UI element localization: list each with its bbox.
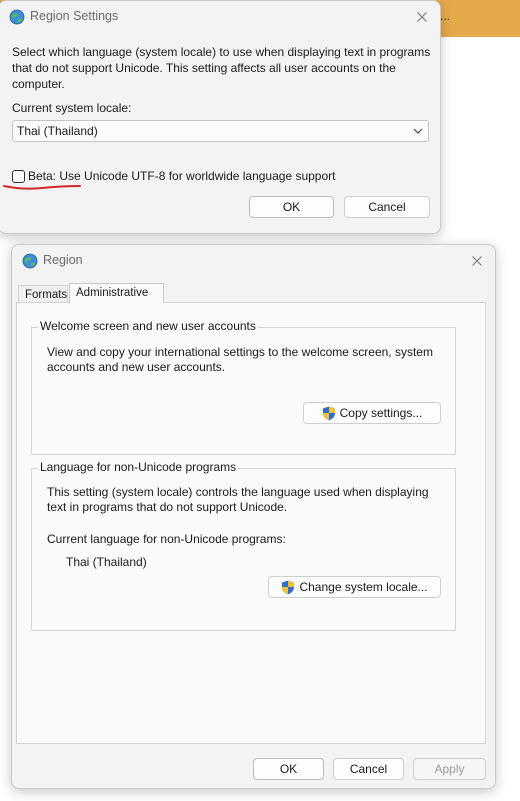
region-settings-titlebar[interactable]: Region Settings xyxy=(0,1,440,33)
change-system-locale-button[interactable]: Change system locale... xyxy=(268,576,441,598)
globe-icon xyxy=(22,253,38,269)
region-titlebar[interactable]: Region xyxy=(12,245,495,277)
change-system-locale-label: Change system locale... xyxy=(299,580,428,594)
current-non-unicode-label: Current language for non-Unicode program… xyxy=(47,532,286,546)
system-locale-value: Thai (Thailand) xyxy=(17,124,98,138)
region-settings-dialog: Region Settings Select which language (s… xyxy=(0,0,441,234)
background-window-title: ... xyxy=(440,9,451,23)
welcome-description-line: accounts and new user accounts. xyxy=(47,360,226,374)
region-ok-button[interactable]: OK xyxy=(253,758,324,780)
copy-settings-button[interactable]: Copy settings... xyxy=(303,402,441,424)
tab-formats[interactable]: Formats xyxy=(18,285,68,303)
close-icon[interactable] xyxy=(410,5,434,29)
non-unicode-group: Language for non-Unicode programs This s… xyxy=(31,460,456,631)
current-locale-label: Current system locale: xyxy=(12,101,132,115)
close-icon[interactable] xyxy=(465,249,489,273)
globe-icon xyxy=(9,9,25,25)
red-underline-annotation xyxy=(3,185,81,190)
non-unicode-description-line: text in programs that do not support Uni… xyxy=(47,500,288,514)
non-unicode-group-title: Language for non-Unicode programs xyxy=(38,460,239,474)
tab-administrative[interactable]: Administrative xyxy=(69,283,164,303)
region-settings-ok-button[interactable]: OK xyxy=(249,196,334,218)
chevron-down-icon xyxy=(413,128,423,134)
welcome-screen-group: Welcome screen and new user accounts Vie… xyxy=(31,319,456,455)
welcome-description-line: View and copy your international setting… xyxy=(47,345,433,359)
administrative-tab-panel: Welcome screen and new user accounts Vie… xyxy=(16,302,486,744)
welcome-screen-group-title: Welcome screen and new user accounts xyxy=(38,319,258,333)
current-non-unicode-value: Thai (Thailand) xyxy=(66,555,147,569)
uac-shield-icon xyxy=(322,406,335,420)
non-unicode-description-line: This setting (system locale) controls th… xyxy=(47,485,429,499)
locale-description-line: that do not support Unicode. This settin… xyxy=(12,61,396,75)
system-locale-select[interactable]: Thai (Thailand) xyxy=(12,120,429,142)
copy-settings-label: Copy settings... xyxy=(339,406,423,420)
region-apply-button[interactable]: Apply xyxy=(413,758,486,780)
locale-description-line: Select which language (system locale) to… xyxy=(12,45,431,59)
region-settings-title: Region Settings xyxy=(30,9,119,23)
locale-description-line: computer. xyxy=(12,77,65,91)
region-settings-cancel-button[interactable]: Cancel xyxy=(344,196,430,218)
region-cancel-button[interactable]: Cancel xyxy=(333,758,404,780)
region-title: Region xyxy=(43,253,83,267)
uac-shield-icon xyxy=(282,580,295,594)
